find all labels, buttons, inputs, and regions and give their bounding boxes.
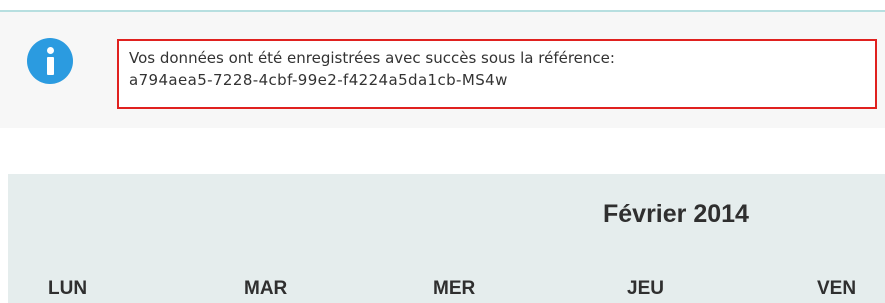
weekday-ven: VEN xyxy=(817,278,857,299)
weekday-jeu: JEU xyxy=(627,278,664,299)
calendar-month-title: Février 2014 xyxy=(603,200,749,228)
weekday-lun: LUN xyxy=(48,278,88,299)
reference-id: a794aea5-7228-4cbf-99e2-f4224a5da1cb-MS4… xyxy=(129,71,508,89)
info-icon xyxy=(27,38,73,84)
info-icon-dot xyxy=(47,47,54,54)
message-text: Vos données ont été enregistrées avec su… xyxy=(129,49,615,67)
weekday-mer: MER xyxy=(433,278,476,299)
info-icon-stem xyxy=(47,57,54,75)
message-box: Vos données ont été enregistrées avec su… xyxy=(117,39,877,109)
weekday-mar: MAR xyxy=(244,278,288,299)
page: Vos données ont été enregistrées avec su… xyxy=(0,0,885,303)
